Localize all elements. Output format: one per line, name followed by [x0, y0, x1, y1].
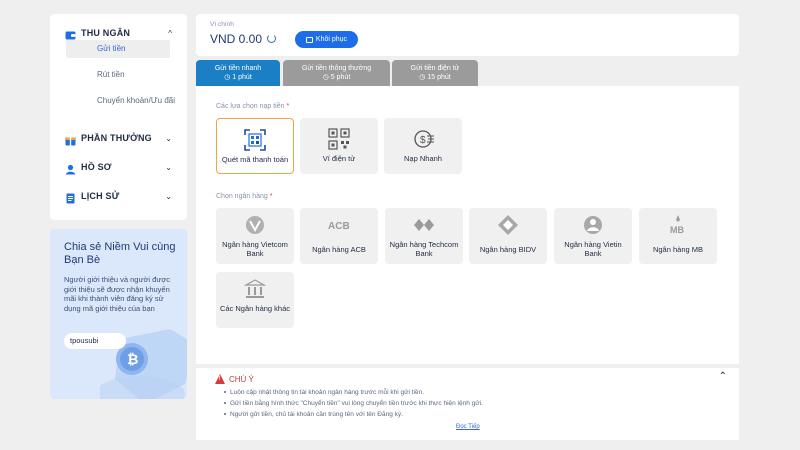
- fast-deposit-icon: $: [414, 130, 434, 148]
- bank-others[interactable]: Các Ngân hàng khác: [216, 272, 294, 328]
- refresh-icon[interactable]: [267, 34, 276, 43]
- deposit-options-label: Các lựa chọn nạp tiền *: [216, 103, 290, 110]
- warning-icon: [215, 374, 225, 384]
- notice-box: CHÚ Ý ⌃ Luôn cập nhật thông tin tài khoả…: [196, 368, 739, 440]
- vietcombank-icon: [246, 216, 264, 234]
- sidebar: THU NGÂN ^ Gửi tiền Rút tiền Chuyển khoả…: [50, 14, 187, 220]
- bank-techcombank[interactable]: Ngân hàng Techcom Bank: [385, 208, 463, 264]
- bank-vietcombank[interactable]: Ngân hàng Vietcom Bank: [216, 208, 294, 264]
- submenu-withdraw[interactable]: Rút tiền: [97, 70, 175, 80]
- bank-vietinbank[interactable]: Ngân hàng Vietin Bank: [554, 208, 632, 264]
- bank-mb[interactable]: MB Ngân hàng MB: [639, 208, 717, 264]
- notice-list: Luôn cập nhật thông tin tài khoản ngân h…: [224, 387, 483, 420]
- gift-icon: [65, 133, 76, 145]
- qr-scan-icon: [244, 129, 266, 151]
- menu-rewards[interactable]: PHẦN THƯỞNG ⌄: [65, 130, 172, 146]
- techcombank-icon: [414, 219, 434, 231]
- notice-title: CHÚ Ý: [229, 375, 254, 384]
- chevron-down-icon: ⌄: [165, 162, 172, 172]
- option-qr-payment[interactable]: Quét mã thanh toán: [216, 118, 294, 174]
- wallet-icon: [65, 28, 76, 39]
- chevron-down-icon: ⌄: [165, 133, 172, 143]
- clock-icon: ◷: [224, 74, 231, 81]
- option-e-wallet[interactable]: Ví điện tử: [300, 118, 378, 174]
- submenu-deposit[interactable]: Gửi tiền: [66, 40, 170, 58]
- chevron-up-icon[interactable]: ⌃: [719, 371, 727, 382]
- read-more-link[interactable]: Đọc Tiếp: [456, 424, 480, 430]
- mb-icon: MB: [670, 215, 684, 235]
- list-item: Gửi tiền bằng hình thức "Chuyển tiền" vu…: [224, 398, 483, 409]
- menu-profile[interactable]: HỒ SƠ ⌄: [65, 159, 172, 175]
- list-item: Người gửi tiền, chủ tài khoản cần trùng …: [224, 409, 483, 420]
- referral-description: Người giới thiệu và người được giới thiệ…: [64, 275, 171, 313]
- deposit-panel: Các lựa chọn nạp tiền * Quét mã thanh to…: [196, 86, 739, 364]
- referral-code[interactable]: tpousubi: [64, 333, 126, 349]
- svg-text:₿: ₿: [127, 351, 138, 367]
- tab-crypto-deposit[interactable]: Gửi tiền điện tử ◷ 15 phút: [392, 60, 478, 86]
- history-icon: [65, 191, 76, 203]
- qr-code-icon: [328, 128, 350, 150]
- svg-text:MB: MB: [670, 225, 684, 235]
- chevron-down-icon: ⌄: [165, 191, 172, 201]
- bank-bidv[interactable]: Ngân hàng BIDV: [469, 208, 547, 264]
- svg-text:$: $: [420, 135, 426, 146]
- menu-history[interactable]: LỊCH SỬ ⌄: [65, 188, 172, 204]
- wallet-balance: VND 0.00: [210, 32, 263, 46]
- wallet-label: Ví chính: [210, 21, 234, 28]
- list-item: Luôn cập nhật thông tin tài khoản ngân h…: [224, 387, 483, 398]
- user-icon: [65, 162, 76, 174]
- clock-icon: ◷: [419, 74, 426, 81]
- option-fast-deposit[interactable]: $ Nạp Nhanh: [384, 118, 462, 174]
- bank-acb[interactable]: ACB Ngân hàng ACB: [300, 208, 378, 264]
- chevron-up-icon: ^: [168, 28, 172, 38]
- referral-title: Chia sẻ Niềm Vui cùng Bạn Bè: [64, 241, 176, 266]
- restore-button[interactable]: Khôi phục: [295, 31, 358, 48]
- referral-card: Chia sẻ Niềm Vui cùng Bạn Bè Người giới …: [50, 229, 187, 399]
- bidv-icon: [498, 215, 518, 235]
- lock-icon: [305, 36, 313, 43]
- bank-building-icon: [244, 279, 266, 298]
- acb-icon: ACB: [328, 221, 350, 232]
- tab-fast-deposit[interactable]: Gửi tiền nhanh ◷ 1 phút: [196, 60, 280, 86]
- tab-normal-deposit[interactable]: Gửi tiền thông thường ◷ 5 phút: [283, 60, 390, 86]
- vietinbank-icon: [584, 216, 602, 234]
- menu-cashier[interactable]: THU NGÂN ^: [65, 25, 172, 41]
- submenu-transfer[interactable]: Chuyển khoản/Ưu đãi: [97, 96, 175, 106]
- wallet-header: Ví chính VND 0.00 Khôi phục: [196, 14, 739, 56]
- clock-icon: ◷: [322, 74, 329, 81]
- banks-label: Chọn ngân hàng *: [216, 193, 273, 200]
- svg-text:ACB: ACB: [328, 221, 350, 232]
